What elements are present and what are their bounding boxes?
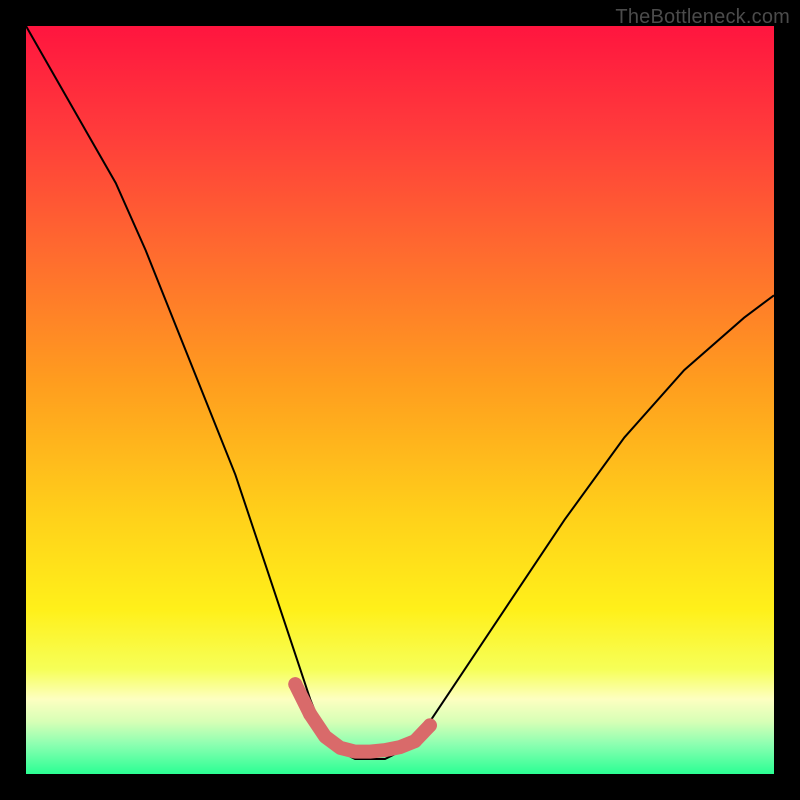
valley-dot-icon xyxy=(288,677,302,691)
curve-svg xyxy=(26,26,774,774)
valley-dot-icon xyxy=(423,718,437,732)
plot-gradient-background xyxy=(26,26,774,774)
bottleneck-curve-line xyxy=(26,26,774,759)
valley-dot-icon xyxy=(408,734,422,748)
valley-dot-icon xyxy=(303,707,317,721)
valley-highlight-dots xyxy=(288,677,437,748)
chart-frame: TheBottleneck.com xyxy=(0,0,800,800)
